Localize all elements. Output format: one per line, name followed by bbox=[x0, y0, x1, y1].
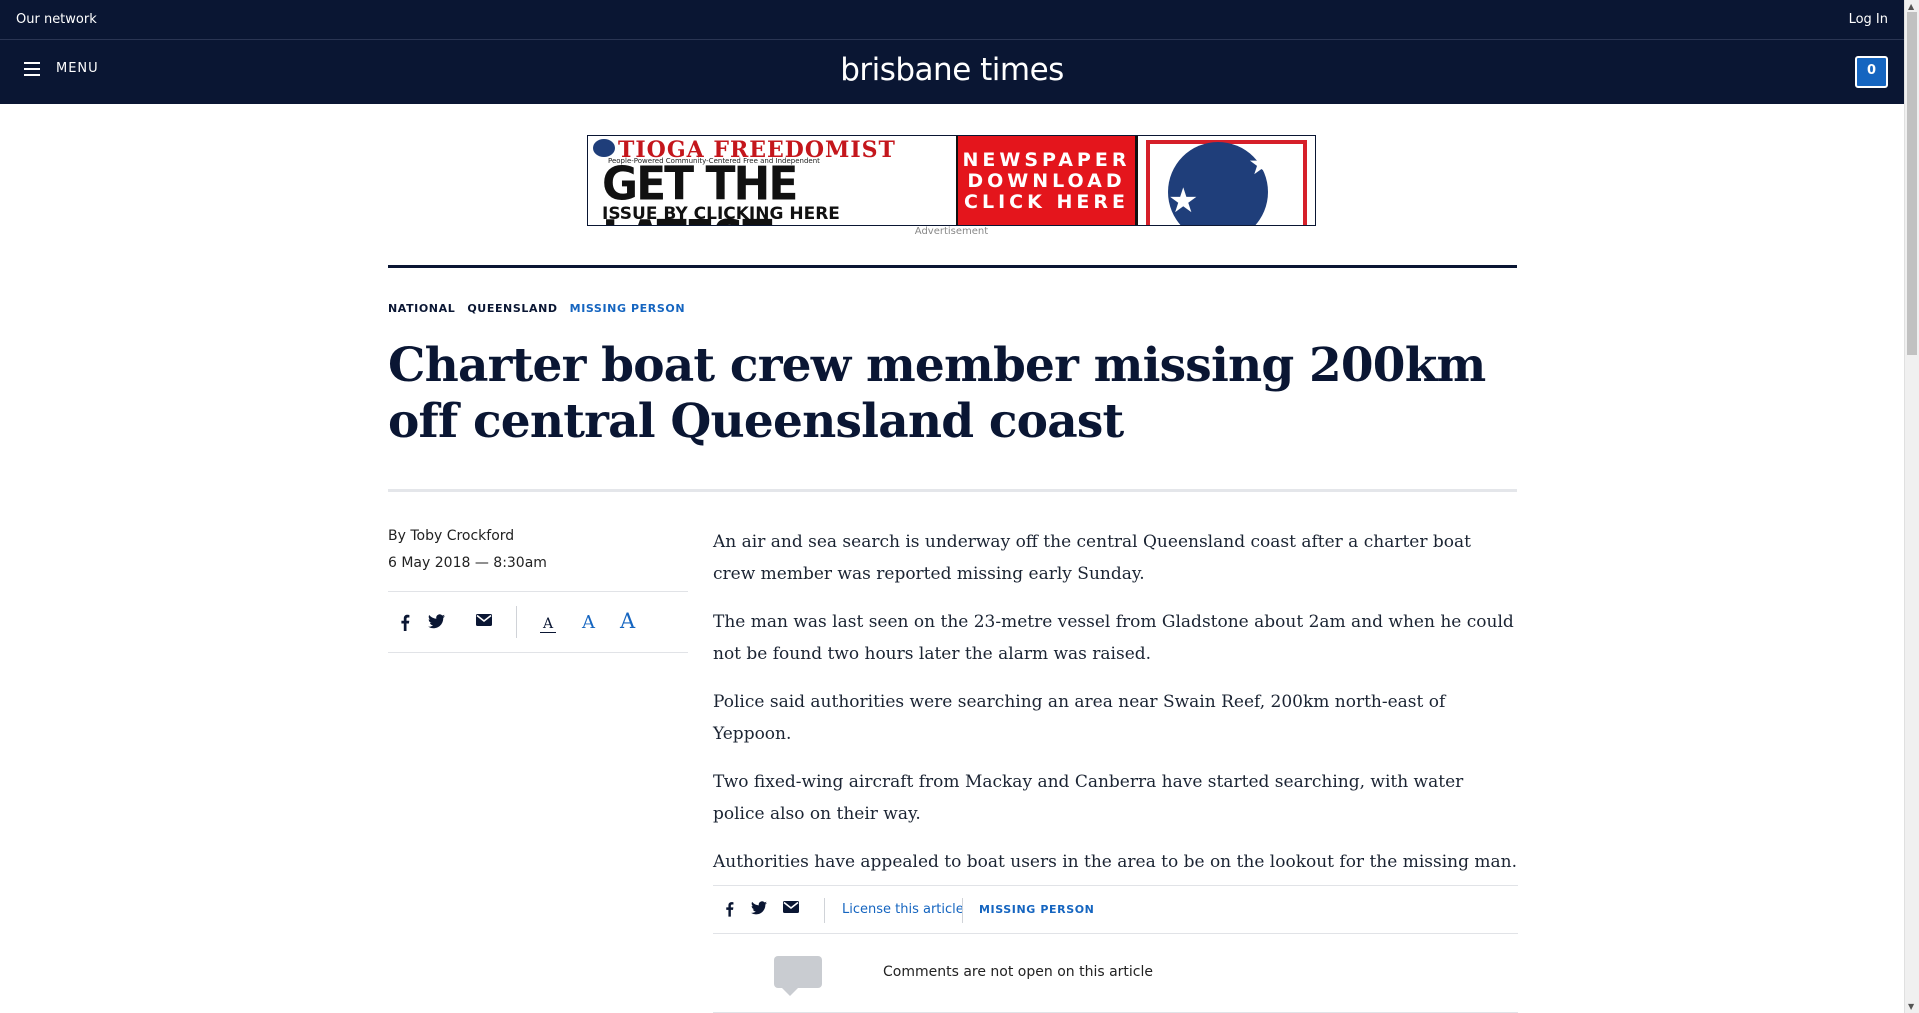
ad-seal-icon bbox=[593, 139, 615, 157]
article-share-bar: License this article MISSING PERSON bbox=[713, 885, 1518, 934]
font-size-large-button[interactable]: A bbox=[620, 609, 635, 633]
topic-tag-link[interactable]: MISSING PERSON bbox=[979, 903, 1094, 916]
scroll-up-arrow-icon[interactable]: ▲ bbox=[1908, 2, 1914, 11]
notification-count-badge[interactable]: 0 bbox=[1855, 56, 1888, 88]
breadcrumb: NATIONAL QUEENSLAND MISSING PERSON bbox=[388, 302, 685, 315]
advertisement-banner[interactable]: TIOGA FREEDOMIST People-Powered Communit… bbox=[587, 135, 1316, 226]
ad-cta-line1: NEWSPAPER bbox=[962, 149, 1131, 171]
license-article-link[interactable]: License this article bbox=[842, 902, 964, 917]
paragraph: Police said authorities were searching a… bbox=[713, 692, 1446, 744]
publish-date: 6 May 2018 — 8:30am bbox=[388, 555, 547, 571]
twitter-icon[interactable] bbox=[428, 614, 445, 629]
divider bbox=[388, 489, 1517, 492]
byline[interactable]: By Toby Crockford bbox=[388, 528, 514, 544]
font-size-small-button[interactable]: A bbox=[540, 616, 557, 633]
separator bbox=[962, 898, 963, 923]
email-icon[interactable] bbox=[476, 614, 492, 626]
paragraph: The man was last seen on the 23-metre ve… bbox=[713, 612, 1514, 664]
comments-status: Comments are not open on this article bbox=[883, 964, 1153, 980]
our-network-link[interactable]: Our network bbox=[16, 12, 97, 27]
comment-bubble-icon bbox=[774, 956, 822, 996]
site-logo[interactable]: brisbane times bbox=[0, 52, 1904, 88]
scrollbar-thumb[interactable] bbox=[1907, 12, 1917, 355]
network-bar: Our network Log In bbox=[0, 0, 1904, 40]
page-scrollbar[interactable]: ▲ ▼ bbox=[1904, 0, 1919, 1013]
breadcrumb-national[interactable]: NATIONAL bbox=[388, 302, 455, 315]
star-icon: ★ bbox=[1168, 181, 1199, 221]
paragraph: Authorities have appealed to boat users … bbox=[713, 852, 1517, 872]
font-size-medium-button[interactable]: A bbox=[582, 612, 595, 633]
email-icon[interactable] bbox=[783, 901, 799, 913]
paragraph: Two fixed-wing aircraft from Mackay and … bbox=[713, 772, 1464, 824]
scroll-down-arrow-icon[interactable]: ▼ bbox=[1908, 1002, 1914, 1011]
twitter-icon[interactable] bbox=[751, 901, 767, 915]
ad-cta-panel: NEWSPAPER DOWNLOAD CLICK HERE bbox=[958, 136, 1138, 225]
masthead: MENU brisbane times 0 bbox=[0, 40, 1904, 104]
article-headline: Charter boat crew member missing 200km o… bbox=[388, 338, 1486, 449]
ad-cta-line2: DOWNLOAD bbox=[967, 170, 1126, 192]
separator bbox=[824, 898, 825, 923]
facebook-icon[interactable] bbox=[725, 901, 734, 917]
breadcrumb-tag[interactable]: MISSING PERSON bbox=[570, 302, 685, 315]
breadcrumb-queensland[interactable]: QUEENSLAND bbox=[467, 302, 557, 315]
divider bbox=[388, 265, 1517, 268]
ad-subline: ISSUE BY CLICKING HERE bbox=[602, 204, 840, 224]
ad-logo-panel: ★ ★ bbox=[1138, 136, 1315, 225]
comments-section: Comments are not open on this article bbox=[713, 934, 1518, 1013]
ad-cta-line3: CLICK HERE bbox=[964, 191, 1129, 213]
star-icon: ★ bbox=[1248, 147, 1275, 182]
ad-left-panel: TIOGA FREEDOMIST People-Powered Communit… bbox=[588, 136, 958, 225]
facebook-icon[interactable] bbox=[400, 614, 410, 631]
article-body: An air and sea search is underway off th… bbox=[713, 526, 1518, 894]
ad-caption: Advertisement bbox=[914, 226, 989, 237]
separator bbox=[516, 606, 517, 638]
login-link[interactable]: Log In bbox=[1849, 12, 1888, 27]
share-and-font-controls: A A A bbox=[388, 591, 688, 653]
paragraph: An air and sea search is underway off th… bbox=[713, 532, 1471, 584]
